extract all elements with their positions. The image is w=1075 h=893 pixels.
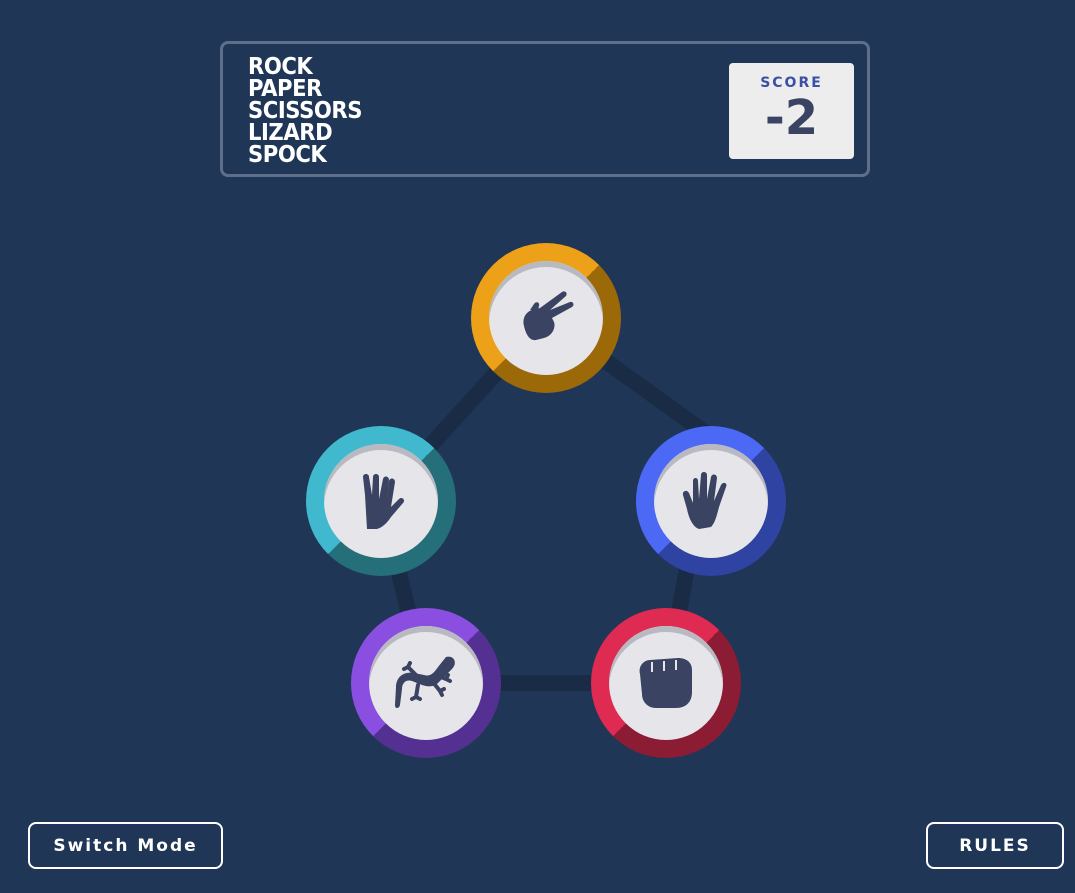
- rules-button[interactable]: RULES: [926, 822, 1064, 869]
- scissors-choice[interactable]: [471, 243, 621, 393]
- paper-token-face: [654, 444, 768, 558]
- rock-choice[interactable]: [591, 608, 741, 758]
- lizard-token-face: [369, 626, 483, 740]
- scissors-hand-icon: [523, 291, 574, 341]
- scissors-token-face: [489, 261, 603, 375]
- rock-token-face: [609, 626, 723, 740]
- fist-icon: [639, 658, 692, 708]
- paper-choice[interactable]: [636, 426, 786, 576]
- open-hand-icon: [682, 472, 727, 529]
- vulcan-salute-icon: [363, 474, 405, 529]
- spock-choice[interactable]: [306, 426, 456, 576]
- pentagon-board: [373, 310, 719, 691]
- game-page: ROCK PAPER SCISSORS LIZARD SPOCK SCORE -…: [0, 0, 1075, 893]
- spock-token-face: [324, 444, 438, 558]
- lizard-choice[interactable]: [351, 608, 501, 758]
- lizard-icon: [395, 656, 455, 708]
- switch-mode-button[interactable]: Switch Mode: [28, 822, 223, 869]
